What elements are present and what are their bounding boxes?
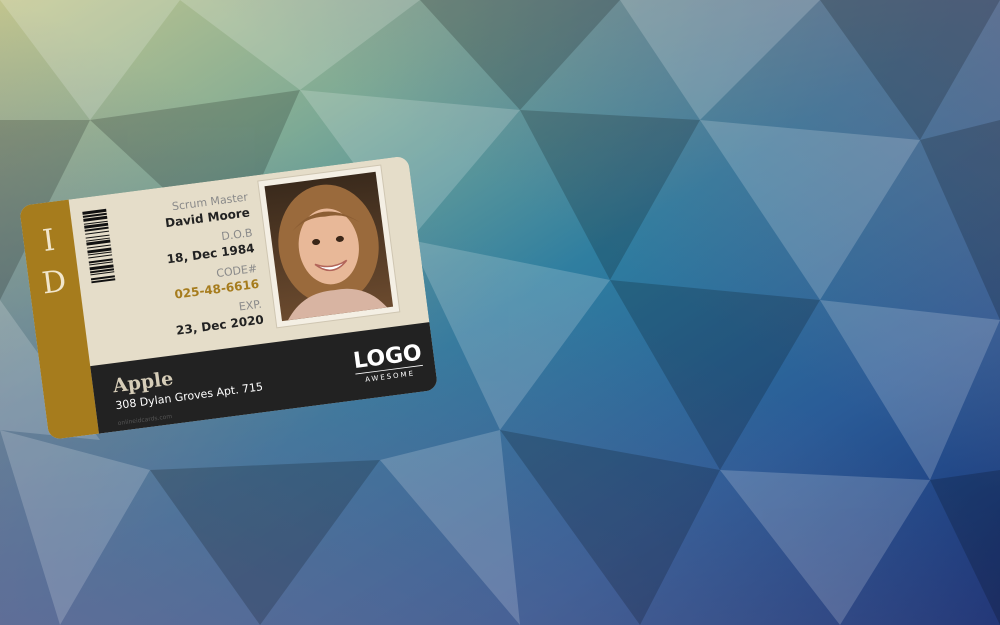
card-side-label-bottom: D: [40, 264, 68, 302]
portrait-photo: [257, 164, 401, 329]
id-card-scene: I D Scrum Master David Moore D.O.B 18, D…: [19, 155, 439, 441]
id-card: I D Scrum Master David Moore D.O.B 18, D…: [19, 155, 439, 441]
